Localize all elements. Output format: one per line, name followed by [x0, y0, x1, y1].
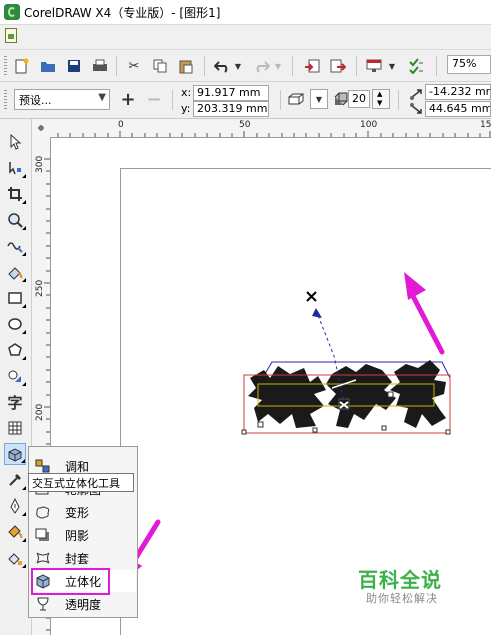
chevron-down-icon: ▼ — [98, 92, 106, 103]
document-icon[interactable] — [5, 28, 17, 43]
extruded-glyphs — [248, 360, 446, 428]
open-folder-icon[interactable] — [38, 56, 58, 76]
y-label: y: — [181, 102, 191, 115]
save-icon[interactable] — [64, 56, 84, 76]
vanishing-point-x-field[interactable]: -14.232 mm — [425, 84, 491, 100]
paste-icon[interactable] — [176, 56, 196, 76]
pick-tool-icon[interactable] — [4, 131, 26, 153]
extrusion-depth-field[interactable]: 20 — [348, 90, 370, 108]
propbar-grip[interactable] — [4, 90, 7, 110]
fill-tool-icon[interactable] — [4, 521, 26, 543]
freehand-tool-icon[interactable] — [4, 235, 26, 257]
redo-dropdown-icon[interactable]: ▼ — [272, 56, 284, 76]
copy-icon[interactable] — [150, 56, 170, 76]
application-launcher-icon[interactable] — [364, 56, 384, 76]
annotation-arrow-top — [404, 272, 445, 355]
flyout-item-drop-shadow[interactable]: 阴影 — [32, 524, 136, 546]
welcome-screen-icon[interactable] — [406, 56, 426, 76]
crop-tool-icon[interactable] — [4, 183, 26, 205]
vanishing-arrow-icon — [312, 308, 322, 318]
standard-toolbar: ✂ ▼ ▼ ▼ — [0, 51, 491, 82]
ruler-tick-label: 300 — [35, 155, 45, 173]
envelope-icon — [35, 550, 51, 566]
menu-bar — [0, 25, 491, 50]
launcher-dropdown-icon[interactable]: ▼ — [386, 56, 398, 76]
x-position-field[interactable]: 91.917 mm — [193, 85, 269, 101]
watermark-title: 百科全说 — [358, 568, 442, 592]
ruler-tick-label: 50 — [239, 120, 251, 130]
new-document-icon[interactable] — [12, 56, 32, 76]
flyout-item-distort[interactable]: 变形 — [32, 501, 136, 523]
zoom-tool-icon[interactable] — [4, 209, 26, 231]
extrude-highlight-box — [31, 568, 110, 595]
zoom-level-combo[interactable]: 75% — [447, 55, 491, 74]
tool-tooltip: 交互式立体化工具 — [28, 473, 134, 492]
smart-fill-tool-icon[interactable] — [4, 261, 26, 283]
watermark-subtitle: 助你轻松解决 — [366, 592, 438, 605]
undo-dropdown-icon[interactable]: ▼ — [232, 56, 244, 76]
redo-icon[interactable] — [252, 56, 272, 76]
outline-pen-tool-icon[interactable] — [4, 495, 26, 517]
toolbar-grip[interactable] — [4, 56, 7, 76]
ruler-tick-label: 100 — [360, 120, 378, 130]
x-label: x: — [181, 86, 192, 99]
extrude-handle[interactable] — [387, 391, 394, 398]
ruler-origin[interactable] — [32, 119, 51, 138]
import-icon[interactable] — [302, 56, 322, 76]
export-icon[interactable] — [328, 56, 348, 76]
cut-icon[interactable]: ✂ — [124, 56, 144, 76]
preset-value: 预设... — [19, 94, 52, 107]
ruler-tick-label: 15 — [480, 120, 491, 130]
flyout-item-transparency[interactable]: 透明度 — [32, 593, 136, 615]
preset-dropdown[interactable]: 预设... ▼ — [14, 89, 110, 110]
blend-icon — [35, 458, 51, 474]
extrusion-type-icon[interactable] — [286, 89, 306, 109]
extrude-handle[interactable] — [257, 421, 264, 428]
vanishing-point-y-icon[interactable] — [406, 99, 426, 119]
y-position-field[interactable]: 203.319 mm — [193, 101, 269, 117]
print-icon[interactable] — [90, 56, 110, 76]
ruler-tick-label: 250 — [35, 279, 45, 297]
horizontal-ruler[interactable]: 0 50 100 15 — [50, 119, 491, 138]
depth-spinner[interactable]: ▲ ▼ — [372, 89, 390, 109]
extrude-handle[interactable] — [381, 425, 387, 431]
drop-shadow-icon — [35, 527, 51, 543]
remove-preset-icon[interactable]: − — [144, 89, 164, 110]
table-tool-icon[interactable] — [4, 417, 26, 439]
spin-down-icon[interactable]: ▼ — [377, 99, 382, 107]
ellipse-tool-icon[interactable] — [4, 313, 26, 335]
extrude-handle[interactable] — [445, 429, 451, 435]
add-preset-icon[interactable]: + — [118, 89, 138, 110]
ruler-tick-label: 0 — [118, 120, 124, 130]
interactive-extrude-tool-icon[interactable] — [4, 443, 26, 465]
undo-icon[interactable] — [212, 56, 232, 76]
rectangle-tool-icon[interactable] — [4, 287, 26, 309]
extrude-handle[interactable] — [312, 427, 318, 433]
polygon-tool-icon[interactable] — [4, 339, 26, 361]
distort-icon — [35, 504, 51, 520]
transparency-icon — [35, 596, 51, 612]
vanishing-point-marker[interactable] — [306, 291, 317, 302]
ruler-tick-label: 200 — [35, 403, 45, 421]
vanishing-point-y-field[interactable]: 44.645 mm — [425, 101, 491, 117]
window-title: CorelDRAW X4（专业版）- [图形1] — [24, 6, 221, 20]
extrude-handle[interactable] — [241, 429, 247, 435]
coreldraw-app-icon — [4, 4, 20, 20]
text-tool-icon[interactable]: 字 — [4, 391, 26, 413]
interactive-fill-tool-icon[interactable] — [4, 547, 26, 569]
spin-up-icon[interactable]: ▲ — [377, 90, 382, 98]
shape-tool-icon[interactable] — [4, 157, 26, 179]
basic-shapes-tool-icon[interactable] — [4, 365, 26, 387]
eyedropper-tool-icon[interactable] — [4, 469, 26, 491]
flyout-item-envelope[interactable]: 封套 — [32, 547, 136, 569]
extrusion-type-dropdown-icon[interactable]: ▼ — [310, 89, 328, 109]
